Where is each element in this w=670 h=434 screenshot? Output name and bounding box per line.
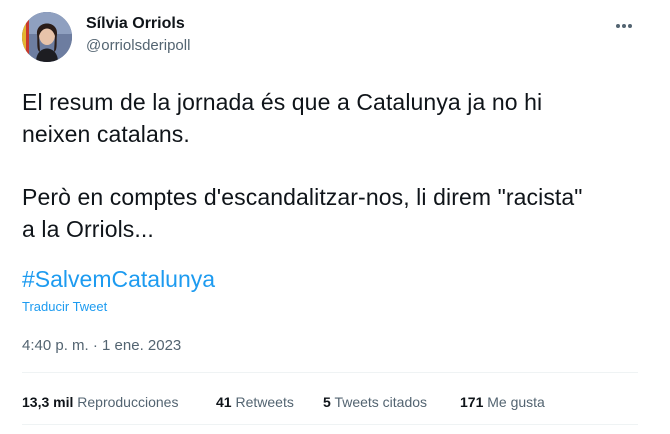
avatar[interactable] — [22, 12, 72, 62]
divider — [22, 372, 638, 373]
tweet-text-line: Però en comptes d'escandalitzar-nos, li … — [22, 184, 583, 210]
views-count: 13,3 mil — [22, 394, 74, 410]
tweet-text-line: a la Orriols... — [22, 216, 154, 242]
author-name[interactable]: Sílvia Orriols — [86, 15, 185, 33]
likes-label: Me gusta — [487, 394, 545, 410]
views-stat[interactable]: 13,3 mil Reproducciones — [22, 394, 178, 410]
tweet-text-line: El resum de la jornada és que a Cataluny… — [22, 89, 543, 115]
author-handle[interactable]: @orriolsderipoll — [86, 37, 190, 54]
retweets-count: 41 — [216, 394, 232, 410]
retweets-label: Retweets — [235, 394, 294, 410]
quotes-label: Tweets citados — [334, 394, 428, 410]
likes-stat[interactable]: 171 Me gusta — [460, 394, 545, 410]
hashtag-link[interactable]: #SalvemCatalunya — [22, 266, 215, 293]
likes-count: 171 — [460, 394, 484, 410]
tweet-card: Sílvia Orriols @orriolsderipoll El resum… — [0, 0, 670, 434]
translate-tweet-link[interactable]: Traducir Tweet — [22, 299, 107, 314]
quotes-count: 5 — [323, 394, 331, 410]
avatar-photo — [22, 12, 72, 62]
retweets-stat[interactable]: 41 Retweets — [216, 394, 294, 410]
tweet-text-line: neixen catalans. — [22, 121, 190, 147]
views-label: Reproducciones — [77, 394, 179, 410]
more-options-button[interactable] — [612, 14, 636, 38]
divider — [22, 424, 638, 425]
quote-tweets-stat[interactable]: 5 Tweets citados — [323, 394, 427, 410]
tweet-timestamp[interactable]: 4:40 p. m. · 1 ene. 2023 — [22, 337, 181, 354]
more-horizontal-icon — [616, 24, 632, 28]
